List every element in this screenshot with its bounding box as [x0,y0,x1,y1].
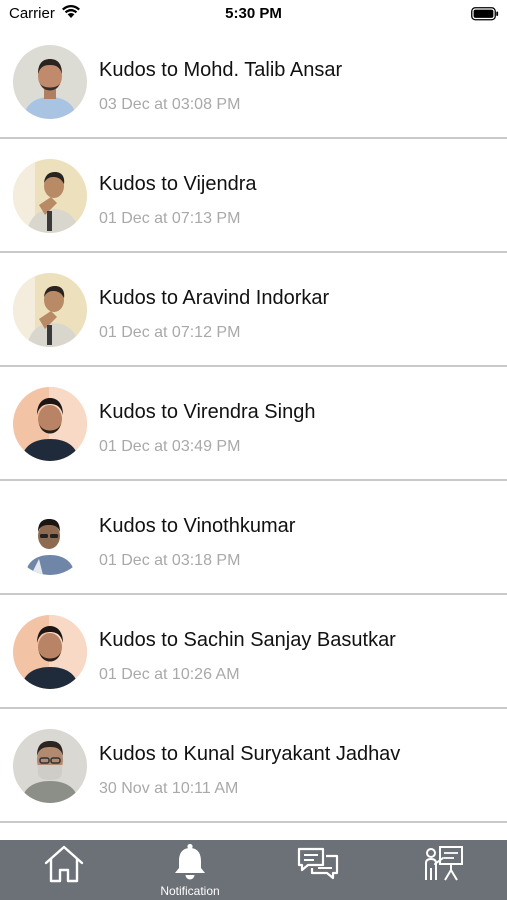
tab-chat[interactable] [268,840,368,900]
notification-title: Kudos to Virendra Singh [99,401,316,423]
tab-presentation[interactable] [394,840,494,900]
avatar [13,615,87,689]
battery-icon [471,7,499,26]
avatar [13,45,87,119]
tab-home[interactable] [14,840,114,900]
notification-timestamp: 01 Dec at 10:26 AM [99,666,240,683]
notification-timestamp: 01 Dec at 07:13 PM [99,210,241,227]
avatar [13,729,87,803]
notification-title: Kudos to Vinothkumar [99,515,296,537]
avatar [13,387,87,461]
notification-title: Kudos to Kunal Suryakant Jadhav [99,743,401,765]
notification-item[interactable]: Kudos to Kunal Suryakant Jadhav 30 Nov at… [0,709,507,823]
presentation-icon [425,846,463,881]
clock: 5:30 PM [225,5,282,22]
bell-icon [175,843,205,880]
notification-list: Kudos to Mohd. Talib Ansar 03 Dec at 03:0… [0,25,507,823]
avatar [13,273,87,347]
notification-title: Kudos to Mohd. Talib Ansar [99,59,343,81]
status-bar: Carrier 5:30 PM [0,0,507,28]
notification-item[interactable]: Kudos to Mohd. Talib Ansar 03 Dec at 03:0… [0,25,507,139]
home-icon [44,845,84,883]
notification-title: Kudos to Aravind Indorkar [99,287,330,309]
notification-title: Kudos to Vijendra [99,173,257,195]
tab-bar: Notification [0,840,507,900]
tab-notification-label: Notification [160,884,220,898]
notification-timestamp: 01 Dec at 07:12 PM [99,324,241,341]
notification-item[interactable]: Kudos to Vinothkumar 01 Dec at 03:18 PM [0,481,507,595]
avatar [13,501,87,575]
notification-item[interactable]: Kudos to Aravind Indorkar 01 Dec at 07:12… [0,253,507,367]
notification-timestamp: 30 Nov at 10:11 AM [99,780,239,797]
notification-timestamp: 03 Dec at 03:08 PM [99,96,241,113]
notification-item[interactable]: Kudos to Virendra Singh 01 Dec at 03:49 P… [0,367,507,481]
notification-timestamp: 01 Dec at 03:18 PM [99,552,241,569]
notification-item[interactable]: Kudos to Vijendra 01 Dec at 07:13 PM [0,139,507,253]
avatar [13,159,87,233]
notification-title: Kudos to Sachin Sanjay Basutkar [99,629,396,651]
tab-notification[interactable]: Notification [140,840,240,900]
chat-icon [297,847,339,880]
notification-timestamp: 01 Dec at 03:49 PM [99,438,241,455]
notification-item[interactable]: Kudos to Sachin Sanjay Basutkar 01 Dec at… [0,595,507,709]
